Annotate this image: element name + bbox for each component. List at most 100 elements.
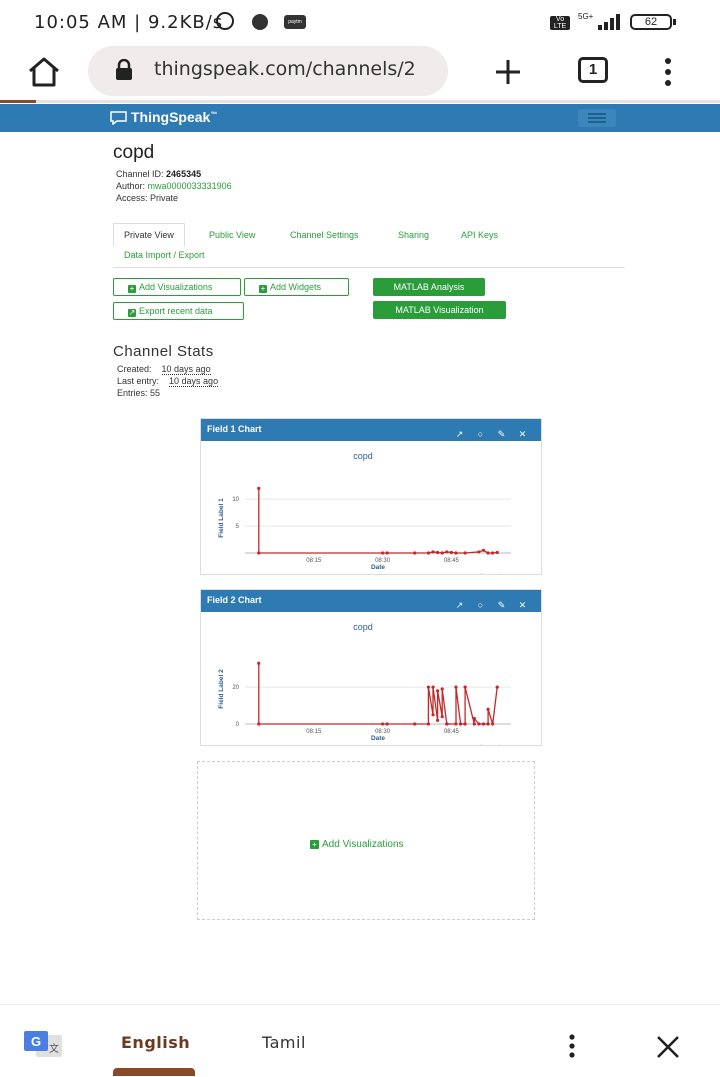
tab-sharing[interactable]: Sharing [398,230,429,240]
comment-icon[interactable]: ○ [476,601,485,610]
tab-switcher-button[interactable]: 1 [578,57,608,83]
add-visualizations-button[interactable]: + Add Visualizations [113,278,241,296]
data-point [413,551,417,555]
channel-stats-title: Channel Stats [113,343,214,360]
comment-icon[interactable]: ○ [476,430,485,439]
field-1-chart-panel: Field 1 Chart ↗ ○ ✎ ✕ copd 5 10 08:15 08:30 08:4… [200,418,542,575]
x-axis-label: Date [371,735,385,742]
plus-icon: + [310,840,319,849]
data-point [440,687,444,691]
data-point [495,685,499,689]
data-point [449,550,453,555]
data-point [472,716,476,721]
chart-title: copd [353,451,373,461]
edit-pencil-icon[interactable]: ✎ [497,601,506,610]
status-time: 10:05 AM | 9.2KB/s [34,12,224,33]
data-point [477,722,481,726]
lock-icon [116,59,132,80]
y-tick-label: 10 [232,497,239,503]
data-point [257,551,261,555]
data-point [454,722,458,726]
data-point [481,548,486,552]
matlab-visualization-button[interactable]: MATLAB Visualization [373,301,506,319]
data-point [445,550,449,554]
address-bar[interactable]: thingspeak.com/channels/2 [88,46,448,96]
paytm-icon: paytm [284,15,306,29]
stat-entries: Entries: 55 [117,388,161,398]
data-point [257,722,261,726]
data-point [257,661,261,665]
stat-last-entry: Last entry: 10 days ago [117,376,219,387]
x-tick-label: 08:45 [444,558,460,564]
data-point [458,722,463,726]
data-point [431,713,435,717]
close-icon[interactable]: ✕ [518,601,527,610]
add-visualization-placeholder: + Add Visualizations [197,761,535,920]
data-point [486,551,490,555]
data-point [491,551,495,555]
plus-icon: + [259,284,267,293]
data-point [454,551,458,555]
y-tick-label: 0 [236,722,240,728]
tab-data-import-export[interactable]: Data Import / Export [124,250,205,260]
menu-kebab-icon[interactable] [660,56,676,88]
external-link-icon[interactable]: ↗ [455,430,464,439]
y-axis-label: Field Label 1 [218,498,225,538]
tab-channel-settings[interactable]: Channel Settings [290,230,359,240]
browser-toolbar: thingspeak.com/channels/2 1 [0,46,720,98]
page-load-progress [0,100,720,103]
x-tick-label: 08:15 [306,729,322,735]
svg-text:G: G [31,1034,41,1049]
data-point [495,550,499,555]
close-icon[interactable]: ✕ [518,430,527,439]
panel-header: Field 2 Chart ↗ ○ ✎ ✕ [201,590,541,612]
language-tamil-tab[interactable]: Tamil [262,1033,306,1052]
page-title: copd [113,142,155,163]
data-point [257,486,261,490]
export-icon: ↗ [128,308,136,317]
url-text[interactable]: thingspeak.com/channels/2 [154,58,436,80]
author-link[interactable]: mwa0000033331906 [148,181,232,191]
language-english-tab[interactable]: English [121,1033,190,1052]
new-tab-icon[interactable] [490,54,526,90]
export-recent-data-button[interactable]: ↗ Export recent data [113,302,244,320]
data-point [486,707,490,711]
notification-icon [252,14,268,30]
panel-header: Field 1 Chart ↗ ○ ✎ ✕ [201,419,541,441]
add-widgets-button[interactable]: + Add Widgets [244,278,349,296]
edit-pencil-icon[interactable]: ✎ [497,430,506,439]
field-2-chart-panel: Field 2 Chart ↗ ○ ✎ ✕ copd 0 20 08:15 08:30 08:4… [200,589,542,746]
signal-icon [598,14,622,30]
data-point [472,722,476,726]
data-point [477,550,481,554]
channel-tabs: Private View Public View Channel Setting… [113,223,625,268]
close-icon[interactable] [654,1033,682,1061]
status-bar: 10:05 AM | 9.2KB/s paytm Vo LTE 5G+ 62 [0,0,720,46]
channel-access: Access: Private [116,193,179,203]
matlab-analysis-button[interactable]: MATLAB Analysis [373,278,485,296]
data-point [436,689,440,693]
data-point [445,722,449,726]
external-link-icon[interactable]: ↗ [455,601,464,610]
add-visualizations-link[interactable]: + Add Visualizations [310,839,404,850]
chart-credit: ThingSpeak.com [477,744,511,745]
data-point [380,551,385,555]
home-icon[interactable] [26,54,62,90]
translate-options-icon[interactable] [566,1033,578,1059]
google-translate-icon[interactable]: G 文 [24,1031,62,1057]
data-point [463,685,467,689]
tab-public-view[interactable]: Public View [209,230,255,240]
data-point [440,551,444,555]
data-point [486,722,490,726]
chart-credit: ThingSpeak.com [477,573,511,574]
panel-title: Field 1 Chart [207,424,262,434]
y-tick-label: 20 [232,685,239,691]
y-axis-label: Field Label 2 [218,669,225,709]
svg-text:文: 文 [49,1042,59,1055]
site-brand[interactable]: ThingSpeak™ [131,109,217,125]
data-point [426,722,431,726]
tab-private-view[interactable]: Private View [113,223,185,247]
tab-api-keys[interactable]: API Keys [461,230,498,240]
hamburger-menu-icon[interactable] [578,109,616,127]
data-point [426,685,431,689]
